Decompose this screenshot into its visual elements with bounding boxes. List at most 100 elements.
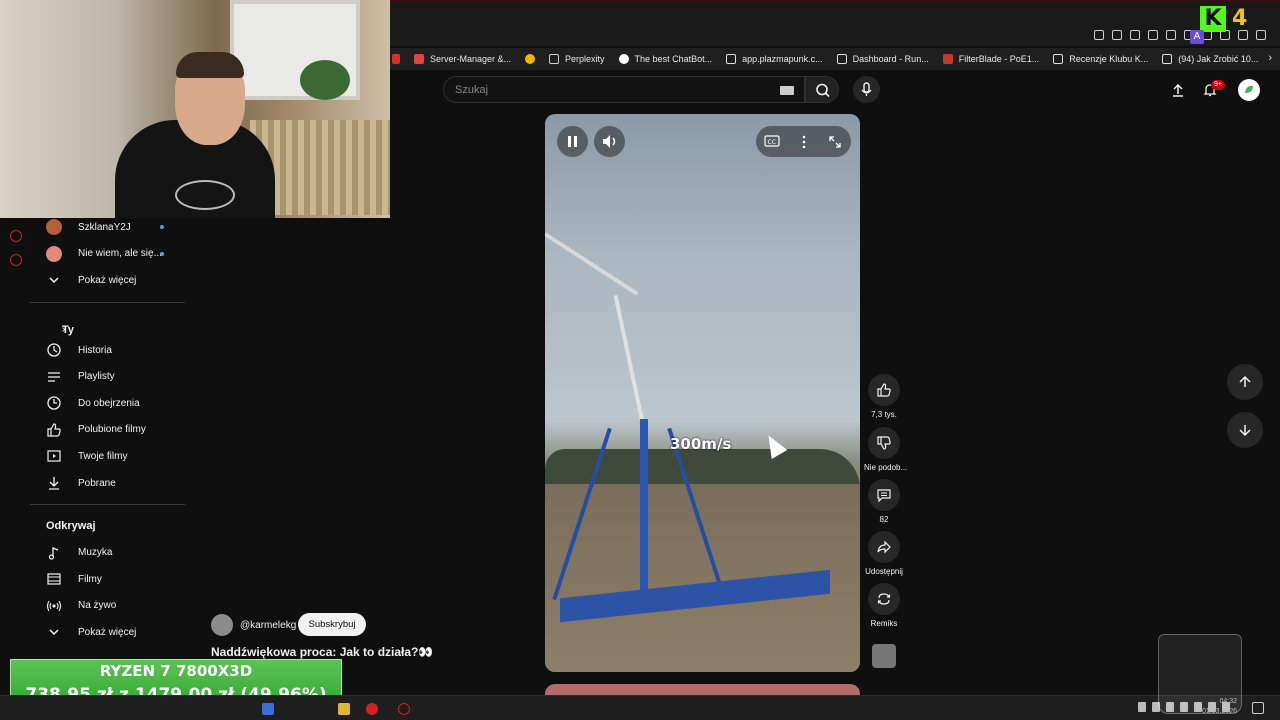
voice-search-button[interactable]	[853, 76, 880, 103]
search-button[interactable]	[805, 76, 839, 103]
sidebar-item-label: Pokaż więcej	[78, 626, 137, 638]
bookmark-1[interactable]	[525, 54, 536, 64]
like-button[interactable]	[868, 374, 900, 406]
channel-thumbnail[interactable]	[872, 644, 896, 668]
taskbar-record-icon[interactable]	[366, 703, 378, 715]
sidebar-section-explore: Odkrywaj	[30, 513, 185, 539]
screenshot-icon[interactable]	[1112, 30, 1122, 40]
bookmark-gmail[interactable]	[392, 54, 400, 64]
channel-avatar[interactable]	[211, 614, 233, 636]
webcam-person-hair	[176, 52, 244, 78]
bookmark-6[interactable]: FilterBlade - PoE1...	[942, 54, 1039, 64]
next-short-button[interactable]	[1227, 412, 1263, 448]
four-extension-icon[interactable]: 4	[1232, 6, 1247, 31]
chevron-right-icon[interactable]: ›	[1268, 52, 1272, 64]
kick-extension-icon[interactable]: K	[1200, 6, 1226, 32]
bookmark-4[interactable]: app.plazmapunk.c...	[726, 54, 823, 64]
sidebar-item-label: Do obejrzenia	[78, 397, 140, 409]
bookmark-icon[interactable]	[1094, 30, 1104, 40]
thumbs-down-icon	[877, 436, 891, 450]
subscriptions-icon[interactable]	[10, 254, 22, 266]
sidebar-item-label: Twoje filmy	[78, 450, 128, 462]
share-button[interactable]	[868, 531, 900, 563]
webcam-plant	[300, 60, 350, 100]
dislike-action[interactable]: Nie podob...	[864, 427, 907, 472]
ai-icon[interactable]	[1238, 30, 1248, 40]
bookmark-2[interactable]: Perplexity	[549, 54, 605, 64]
arrow-up-icon	[1239, 375, 1251, 387]
volume-icon	[603, 135, 616, 148]
search-input[interactable]: Szukaj	[455, 84, 488, 96]
sidebar-item-your-videos[interactable]: Twoje filmy	[30, 443, 185, 470]
volume-button[interactable]	[594, 126, 625, 157]
sidebar-item-label: Muzyka	[78, 547, 113, 559]
microphone-icon	[861, 82, 872, 96]
remix-action[interactable]: Remiks	[864, 583, 904, 628]
video-title[interactable]: Naddźwiękowa proca: Jak to działa?👀	[211, 645, 433, 659]
bookmark-3[interactable]: The best ChatBot...	[618, 54, 712, 64]
bookmark-0[interactable]: Server-Manager &...	[414, 54, 511, 64]
captions-icon[interactable]: CC	[764, 134, 780, 148]
live-icon	[46, 600, 62, 612]
video-frame-center	[640, 419, 648, 594]
bookmark-8[interactable]: (94) Jak Zrobić 10...	[1162, 54, 1258, 64]
tray-chevron-icon[interactable]	[1138, 702, 1146, 712]
thumbs-up-icon	[877, 383, 891, 397]
clock-date: 01.03.2026	[1202, 708, 1238, 715]
webcam-shirt-logo	[175, 180, 235, 210]
channel-name[interactable]: @karmelekg	[240, 620, 296, 631]
shorts-video-player[interactable]: CC 300m/s	[545, 114, 860, 672]
dislike-button[interactable]	[868, 427, 900, 459]
thumbs-up-icon	[47, 423, 61, 437]
previous-short-button[interactable]	[1227, 364, 1263, 400]
video-controls-group: CC	[756, 126, 851, 157]
subscribe-button[interactable]: Subskrybuj	[298, 613, 366, 636]
remix-button[interactable]	[868, 583, 900, 615]
sidebar-item-playlists[interactable]: Playlisty	[30, 363, 185, 390]
search-box[interactable]: Szukaj	[443, 76, 805, 103]
os-taskbar	[0, 695, 1280, 720]
sidebar-item-history[interactable]: Historia	[30, 337, 185, 364]
share-action[interactable]: Udostępnij	[864, 531, 904, 576]
taskbar-browser-icon[interactable]	[398, 703, 410, 715]
extension-icon[interactable]	[1148, 30, 1158, 40]
notifications-icon[interactable]	[1252, 702, 1264, 714]
sidebar-item-downloads[interactable]: Pobrane	[30, 470, 185, 497]
taskbar-folder-icon[interactable]	[338, 703, 350, 715]
shield-icon[interactable]	[1130, 30, 1140, 40]
more-vert-icon[interactable]	[796, 134, 812, 150]
remix-label: Remiks	[870, 619, 898, 628]
profile-avatar-icon[interactable]: A	[1190, 30, 1204, 44]
shorts-icon[interactable]	[10, 230, 22, 242]
sidebar-item-label: Playlisty	[78, 371, 115, 383]
pause-button[interactable]	[557, 126, 588, 157]
sidebar-item-live[interactable]: Na żywo	[30, 593, 185, 620]
sidebar-item-subscription[interactable]: SzklanaY2J	[30, 214, 185, 241]
taskbar-clock[interactable]: 04:32 01.03.2026	[1202, 697, 1237, 717]
account-avatar[interactable]	[1238, 79, 1260, 101]
sidebar-section-you[interactable]: Ty ›	[30, 311, 185, 337]
gmail-icon	[392, 54, 400, 64]
sound-source-action[interactable]	[864, 644, 904, 668]
bookmark-7[interactable]: Recenzje Klubu K...	[1053, 54, 1148, 64]
sidebar-item-music[interactable]: Muzyka	[30, 539, 185, 566]
sidebar-item-watch-later[interactable]: Do obejrzenia	[30, 390, 185, 417]
bookmark-5[interactable]: Dashboard - Run...	[836, 54, 929, 64]
sidebar-item-films[interactable]: Filmy	[30, 566, 185, 593]
keyboard-icon[interactable]	[780, 86, 794, 95]
sidebar-item-liked[interactable]: Polubione filmy	[30, 417, 185, 444]
menu-icon[interactable]	[1256, 30, 1266, 40]
upload-icon[interactable]	[1170, 82, 1186, 98]
play-icon[interactable]	[1166, 30, 1176, 40]
sidebar-show-more[interactable]: Pokaż więcej	[30, 267, 185, 294]
sidebar-show-more[interactable]: Pokaż więcej	[30, 619, 185, 646]
fullscreen-icon[interactable]	[827, 134, 843, 150]
like-count: 7,3 tys.	[871, 410, 897, 419]
sidebar-item-subscription[interactable]: Nie wiem, ale się...	[30, 241, 185, 268]
comments-button[interactable]	[868, 479, 900, 511]
like-action[interactable]: 7,3 tys.	[864, 374, 904, 419]
taskbar-app-icon[interactable]	[262, 703, 274, 715]
comment-count: 82	[879, 515, 889, 524]
maps-pin-icon	[525, 54, 536, 64]
comments-action[interactable]: 82	[864, 479, 904, 524]
